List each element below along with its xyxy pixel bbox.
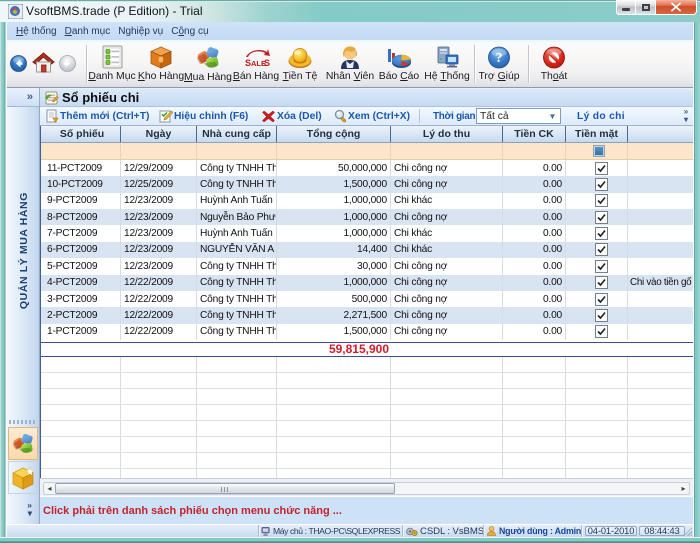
svg-text:?: ? (496, 51, 503, 66)
svg-text:S: S (264, 58, 270, 68)
